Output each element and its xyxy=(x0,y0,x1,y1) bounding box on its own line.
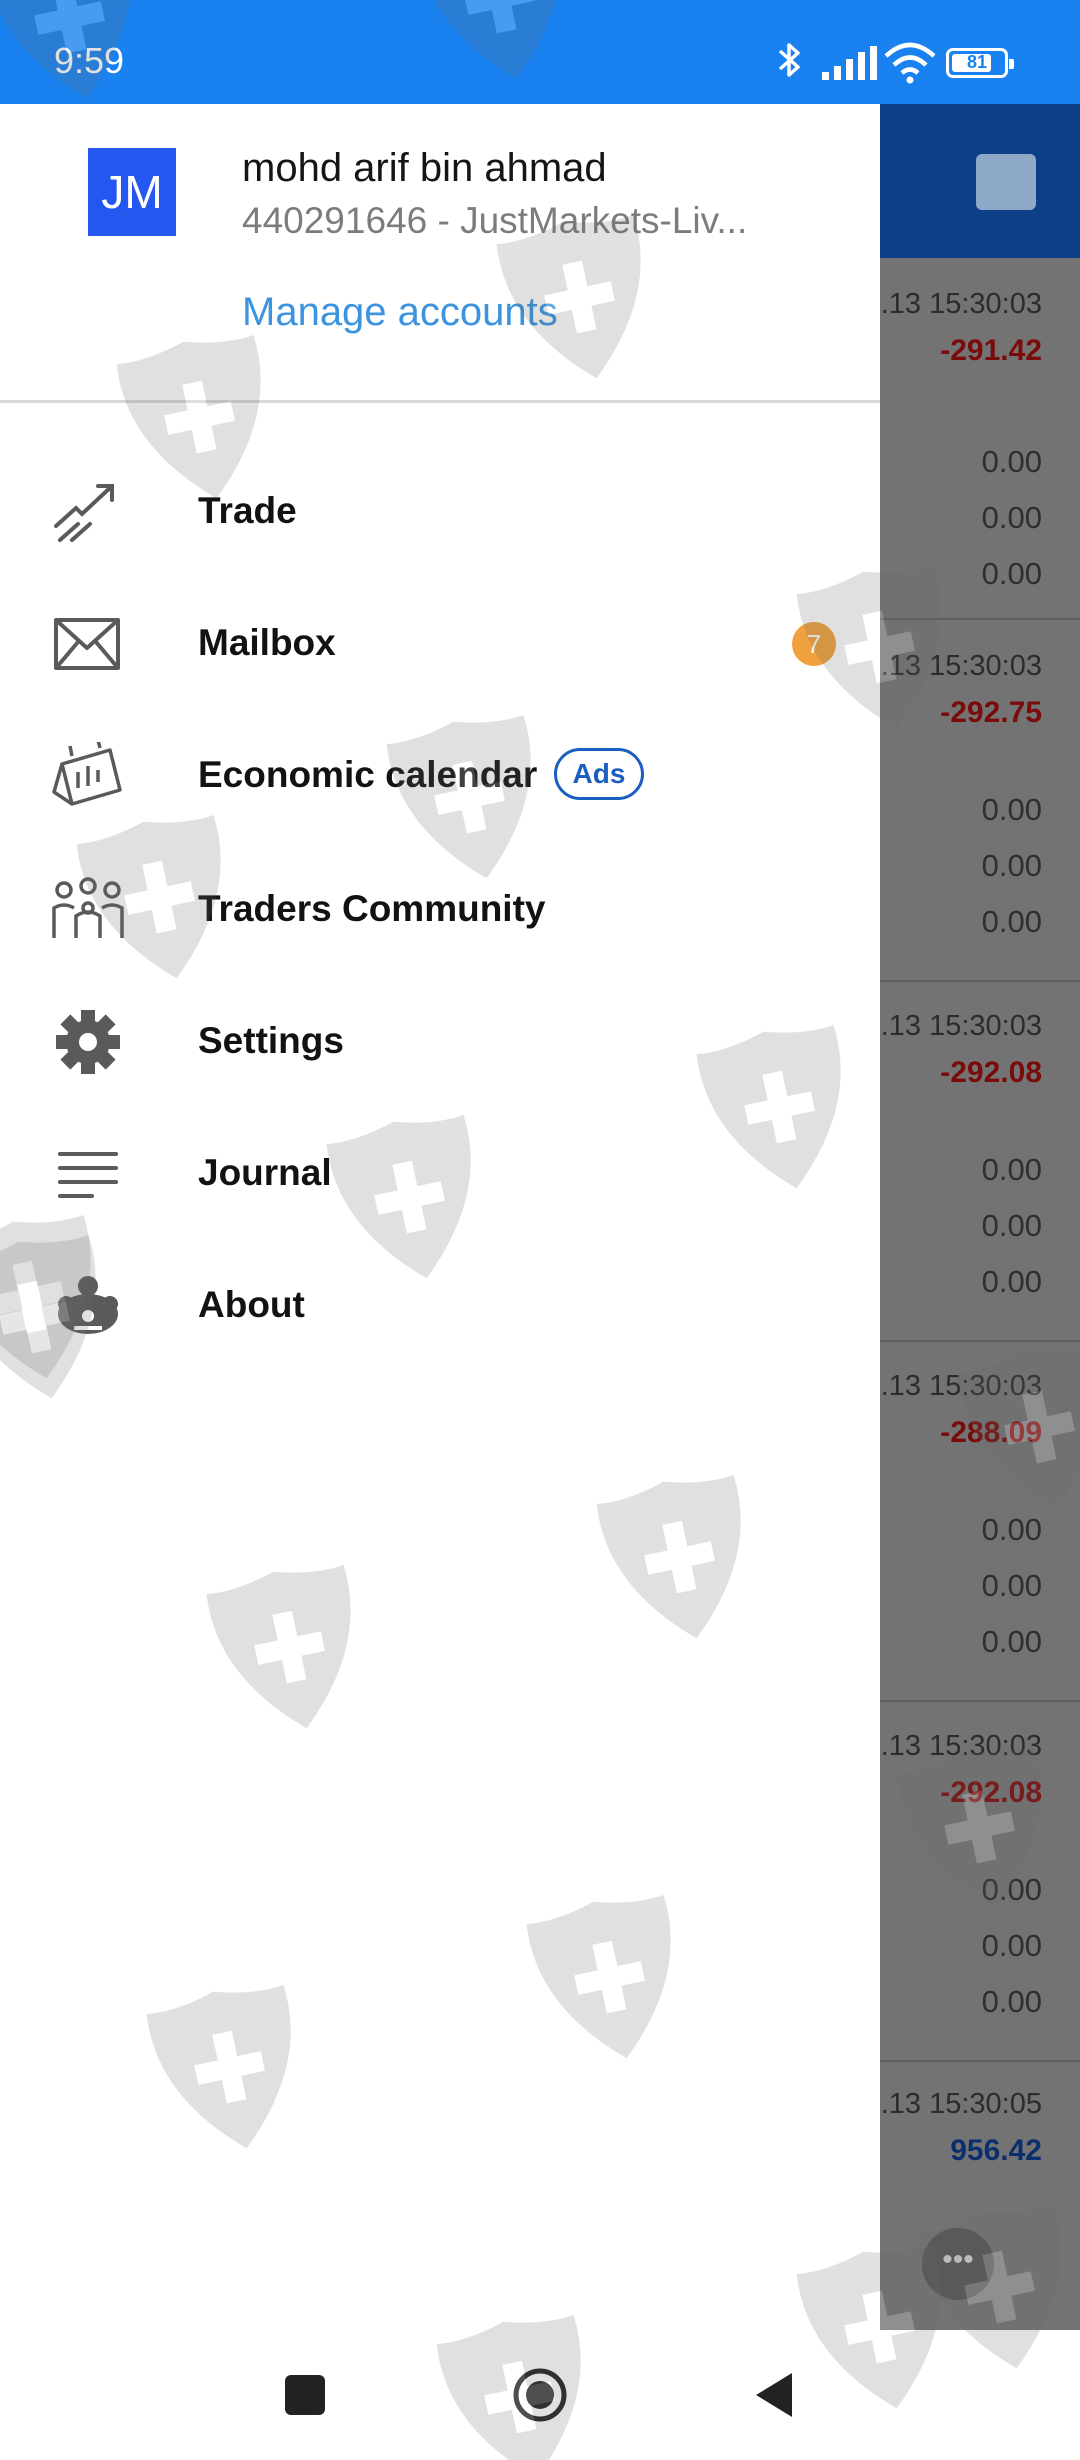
calendar-icon xyxy=(976,154,1036,210)
bluetooth-icon xyxy=(778,43,800,77)
row-profit: -288.09 xyxy=(940,1416,1042,1449)
account-name: mohd arif bin ahmad xyxy=(242,146,607,190)
wifi-icon xyxy=(884,42,936,84)
row-time: .13 15:30:03 xyxy=(880,288,1042,320)
menu-item-journal[interactable]: Journal xyxy=(0,1108,880,1240)
menu-item-trade[interactable]: Trade xyxy=(0,446,880,578)
row-value: 0.00 xyxy=(981,1984,1042,2019)
background-trade-history: .13 15:30:03 -291.42 0.00 0.00 0.00.13 15:30… xyxy=(880,104,1080,2330)
navigation-drawer: JM mohd arif bin ahmad 440291646 - JustM… xyxy=(0,104,880,2330)
row-profit: 956.42 xyxy=(950,2134,1042,2167)
background-row: .13 15:30:03 -288.09 0.00 0.00 0.00 xyxy=(880,1340,1080,1702)
row-value: 0.00 xyxy=(981,1928,1042,1963)
row-value: 0.00 xyxy=(981,500,1042,535)
menu-item-settings[interactable]: Settings xyxy=(0,976,880,1108)
divider xyxy=(0,400,880,403)
row-time: .13 15:30:03 xyxy=(880,1370,1042,1402)
more-options-icon: ••• xyxy=(922,2228,994,2300)
ads-tag: Ads xyxy=(554,748,644,800)
gear-icon xyxy=(56,1010,120,1074)
home-circle-icon[interactable] xyxy=(505,2360,575,2430)
about-logo-icon xyxy=(58,1276,118,1334)
system-navigation-bar xyxy=(0,2330,1080,2460)
background-row: .13 15:30:03 -292.08 0.00 0.00 0.00 xyxy=(880,980,1080,1342)
signal-icon xyxy=(822,46,877,80)
mailbox-unread-badge: 7 xyxy=(792,622,836,666)
row-value: 0.00 xyxy=(981,556,1042,591)
community-icon xyxy=(52,877,124,938)
manage-accounts-link[interactable]: Manage accounts xyxy=(242,290,558,335)
row-value: 0.00 xyxy=(981,444,1042,479)
row-value: 0.00 xyxy=(981,1568,1042,1603)
status-bar: 9:59 81 xyxy=(0,0,1080,104)
calendar-icon xyxy=(52,742,122,806)
row-value: 0.00 xyxy=(981,792,1042,827)
status-time: 9:59 xyxy=(54,40,125,81)
row-time: .13 15:30:03 xyxy=(880,650,1042,682)
menu-item-mailbox[interactable]: Mailbox 7 xyxy=(0,578,880,710)
row-value: 0.00 xyxy=(981,1264,1042,1299)
menu-label-economic-calendar: Economic calendar xyxy=(198,754,538,795)
row-profit: -291.42 xyxy=(940,334,1042,367)
back-triangle-icon[interactable] xyxy=(740,2360,810,2430)
row-value: 0.00 xyxy=(981,1208,1042,1243)
row-profit: -292.08 xyxy=(940,1056,1042,1089)
row-value: 0.00 xyxy=(981,1512,1042,1547)
menu-item-about[interactable]: About xyxy=(0,1240,880,1372)
row-value: 0.00 xyxy=(981,1624,1042,1659)
row-value: 0.00 xyxy=(981,1152,1042,1187)
row-profit: -292.08 xyxy=(940,1776,1042,1809)
journal-lines-icon xyxy=(58,1152,118,1198)
account-id-server: 440291646 - JustMarkets-Liv... xyxy=(242,200,748,241)
menu-item-economic-calendar[interactable]: Economic calendar Ads xyxy=(0,710,880,842)
battery-level: 81 xyxy=(966,52,988,72)
battery-icon: 81 xyxy=(946,48,1014,78)
menu-label-journal: Journal xyxy=(198,1152,332,1193)
row-time: .13 15:30:03 xyxy=(880,1010,1042,1042)
row-value: 0.00 xyxy=(981,1872,1042,1907)
row-value: 0.00 xyxy=(981,848,1042,883)
menu-label-about: About xyxy=(198,1284,305,1325)
row-profit: -292.75 xyxy=(940,696,1042,729)
account-avatar[interactable]: JM xyxy=(88,148,176,236)
background-header xyxy=(880,104,1080,258)
background-row: .13 15:30:03 -292.75 0.00 0.00 0.00 xyxy=(880,620,1080,982)
background-row: .13 15:30:03 -292.08 0.00 0.00 0.00 xyxy=(880,1700,1080,2062)
recents-square-icon[interactable] xyxy=(270,2360,340,2430)
menu-item-traders-community[interactable]: Traders Community xyxy=(0,844,880,976)
row-value: 0.00 xyxy=(981,904,1042,939)
menu-label-mailbox: Mailbox xyxy=(198,622,336,663)
background-row: .13 15:30:03 -291.42 xyxy=(880,258,1080,620)
menu-label-traders-community: Traders Community xyxy=(198,888,546,929)
menu-label-settings: Settings xyxy=(198,1020,344,1061)
menu-label-trade: Trade xyxy=(198,490,297,531)
row-time: .13 15:30:03 xyxy=(880,1730,1042,1762)
envelope-icon xyxy=(54,618,120,670)
row-time: .13 15:30:05 xyxy=(880,2088,1042,2120)
trade-chart-icon xyxy=(54,484,114,542)
